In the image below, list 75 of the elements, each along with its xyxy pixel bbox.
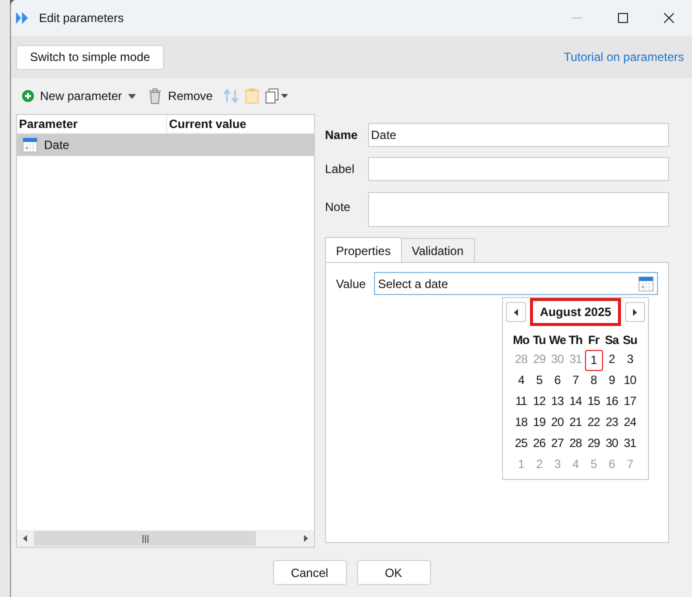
dialog-button[interactable]: OK xyxy=(356,560,430,585)
calendar-day[interactable]: 15 xyxy=(584,392,603,413)
calendar-day[interactable]: 20 xyxy=(548,413,566,434)
right-triangle-icon xyxy=(632,308,637,316)
next-month-button[interactable] xyxy=(624,302,645,322)
remove-button[interactable]: Remove xyxy=(168,87,213,105)
weekday-label: Su xyxy=(622,332,638,349)
calendar-day[interactable]: 26 xyxy=(530,434,548,455)
horizontal-scrollbar[interactable] xyxy=(17,530,314,547)
date-placeholder: Select a date xyxy=(378,276,450,292)
calendar-day[interactable]: 21 xyxy=(566,413,585,434)
calendar-day[interactable]: 27 xyxy=(548,434,566,455)
dialog-button[interactable]: Cancel xyxy=(272,560,346,585)
note-label: Note xyxy=(325,199,352,216)
calendar-day[interactable]: 22 xyxy=(584,413,603,434)
calendar-day[interactable]: 19 xyxy=(530,413,548,434)
date-field[interactable]: Select a date xyxy=(374,272,658,295)
weekday-label: Mo xyxy=(512,332,530,349)
date-picker-icon xyxy=(638,276,654,292)
add-icon xyxy=(22,90,34,102)
weekday-label: Th xyxy=(568,332,584,349)
note-field[interactable] xyxy=(368,192,669,227)
app-logo-icon xyxy=(15,11,29,25)
calendar-day[interactable]: 23 xyxy=(602,413,621,434)
trash-icon xyxy=(148,88,162,104)
window-title: Edit parameters xyxy=(39,10,124,27)
tab[interactable]: Properties xyxy=(325,237,402,263)
calendar-day[interactable]: 30 xyxy=(602,434,621,455)
calendar-day[interactable]: 31 xyxy=(620,434,639,455)
month-title[interactable]: August 2025 xyxy=(530,298,622,326)
calendar-day[interactable]: 7 xyxy=(566,371,585,392)
calendar-day[interactable]: 5 xyxy=(530,371,548,392)
parameter-row[interactable]: Date xyxy=(17,134,314,156)
tab[interactable]: Validation xyxy=(400,238,475,263)
calendar-day[interactable]: 28 xyxy=(566,434,585,455)
calendar-day[interactable]: 10 xyxy=(620,371,639,392)
column-header[interactable]: Current value xyxy=(167,115,314,133)
calendar-icon xyxy=(22,137,38,153)
calendar-day[interactable]: 2 xyxy=(602,350,621,371)
weekday-label: Tu xyxy=(532,332,547,349)
calendar-day[interactable]: 13 xyxy=(548,392,566,413)
calendar-day[interactable]: 1 xyxy=(584,350,603,371)
weekday-label: Sa xyxy=(604,332,620,349)
calendar-day[interactable]: 16 xyxy=(602,392,621,413)
simple-mode-button[interactable]: Switch to simple mode xyxy=(16,44,164,70)
calendar-day[interactable]: 3 xyxy=(620,350,639,371)
column-header[interactable]: Parameter xyxy=(17,115,167,133)
calendar-day[interactable]: 4 xyxy=(512,371,530,392)
calendar-day[interactable]: 8 xyxy=(584,371,603,392)
weekday-label: Fr xyxy=(587,332,600,349)
calendar-day[interactable]: 18 xyxy=(512,413,530,434)
new-parameter-button[interactable]: New parameter xyxy=(40,87,136,105)
calendar-day[interactable]: 17 xyxy=(620,392,639,413)
tutorial-link[interactable]: Tutorial on parameters xyxy=(564,48,684,66)
caret-icon xyxy=(128,94,136,98)
previous-month-button[interactable] xyxy=(506,302,526,322)
weekday-label: We xyxy=(548,332,566,349)
parameter-name: Date xyxy=(44,137,70,154)
name-field[interactable]: Date xyxy=(368,123,669,147)
label-field[interactable] xyxy=(368,157,669,181)
calendar-day[interactable]: 14 xyxy=(566,392,585,413)
calendar-day[interactable]: 25 xyxy=(512,434,530,455)
value-label: Value xyxy=(336,276,367,292)
calendar-day[interactable]: 6 xyxy=(548,371,566,392)
copy-icon[interactable] xyxy=(264,88,289,104)
left-triangle-icon xyxy=(514,308,518,316)
calendar-day[interactable]: 24 xyxy=(620,413,639,434)
calendar-day[interactable]: 29 xyxy=(584,434,603,455)
grip-icon[interactable] xyxy=(142,534,148,542)
calendar-day[interactable]: 12 xyxy=(530,392,548,413)
name-label: Name xyxy=(325,127,359,144)
label-label: Label xyxy=(325,161,356,178)
calendar-day[interactable]: 11 xyxy=(512,392,530,413)
calendar-day[interactable]: 9 xyxy=(602,371,621,392)
clipboard-icon[interactable] xyxy=(244,88,259,104)
